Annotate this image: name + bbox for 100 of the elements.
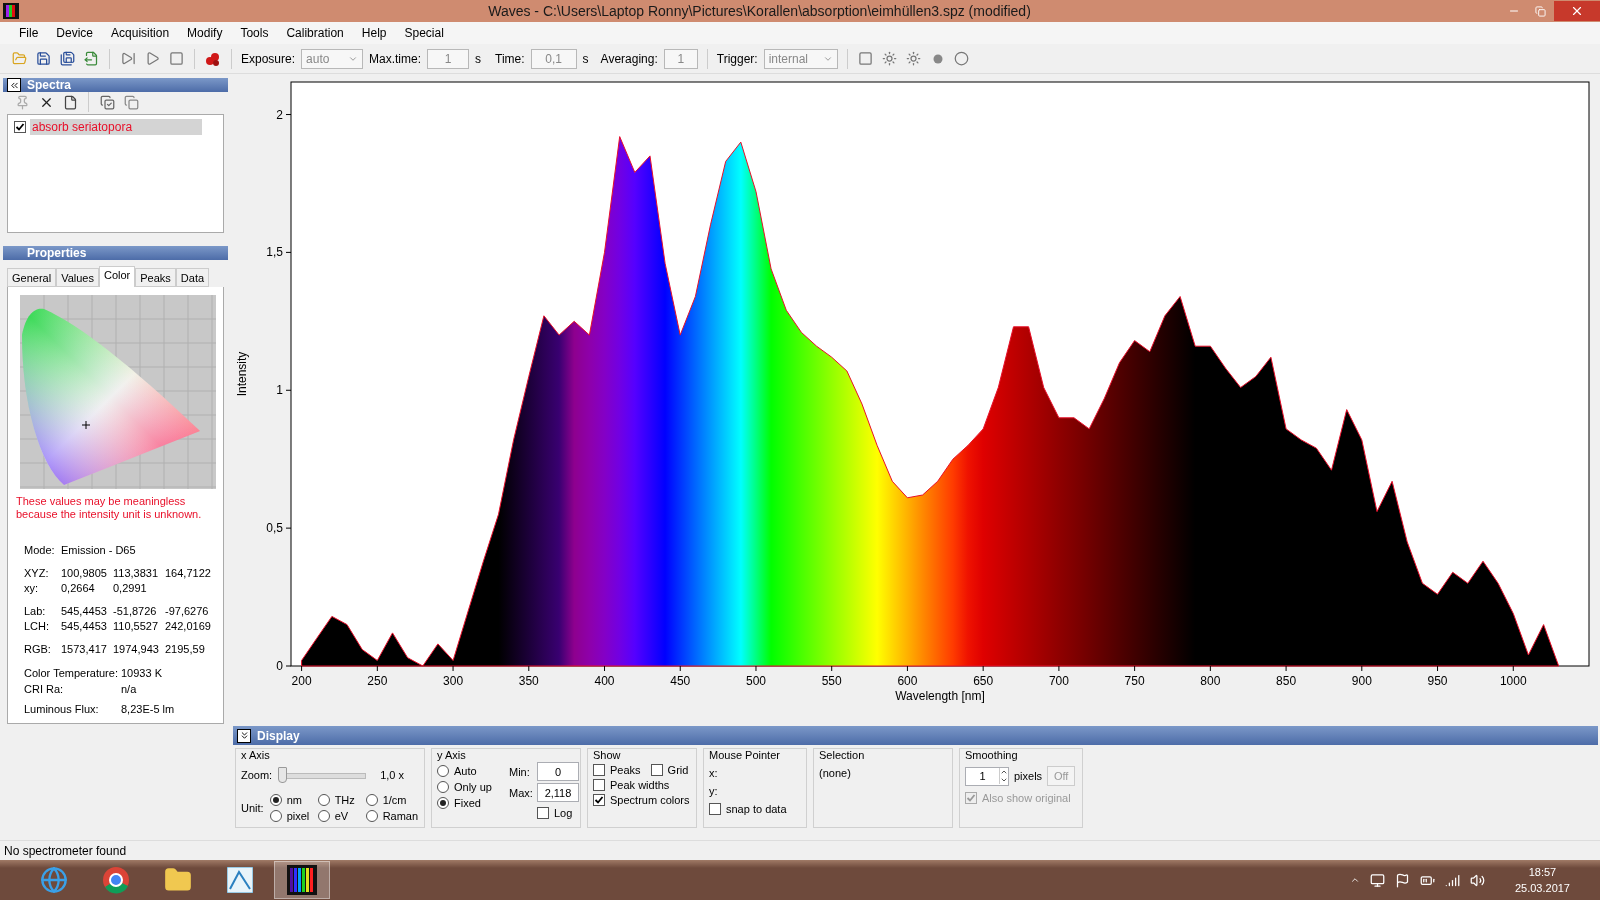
- radio-button[interactable]: [365, 794, 378, 806]
- checkbox[interactable]: [593, 764, 605, 776]
- smoothing-spinner[interactable]: 1: [965, 766, 1009, 786]
- volume-icon[interactable]: [1469, 872, 1485, 888]
- property-label: Lab:: [24, 604, 47, 619]
- property-value: 10933 K: [121, 666, 163, 681]
- flag-icon[interactable]: [1394, 872, 1410, 888]
- menu-item[interactable]: Calibration: [277, 26, 353, 40]
- radio-button[interactable]: [269, 794, 282, 806]
- collapse-icon[interactable]: [7, 78, 21, 92]
- trigger-label: Trigger:: [716, 51, 758, 66]
- menu-item[interactable]: Special: [395, 26, 453, 40]
- y-tick-label: 1,5: [266, 245, 283, 260]
- taskbar-app[interactable]: [274, 861, 330, 899]
- property-label: XYZ:: [24, 566, 50, 581]
- x-tick-label: 600: [897, 674, 918, 688]
- radio-button[interactable]: [269, 810, 282, 822]
- radio-button[interactable]: [437, 765, 449, 777]
- property-value: 0,2991: [113, 581, 148, 596]
- sun-icon[interactable]: [904, 49, 923, 68]
- tab[interactable]: General: [7, 267, 57, 287]
- property-value: 1974,943: [113, 642, 160, 657]
- radio-label: Fixed: [454, 797, 481, 809]
- signal-icon[interactable]: [1444, 872, 1460, 888]
- max-field[interactable]: 2,118: [537, 783, 579, 802]
- panel-title: Spectra: [27, 78, 72, 92]
- unit-label: Unit:: [241, 802, 264, 814]
- radio-label: THz: [334, 794, 355, 806]
- checkbox[interactable]: [537, 807, 549, 819]
- radio-button[interactable]: [317, 794, 330, 806]
- menu-item[interactable]: Device: [47, 26, 103, 40]
- group-title: Show: [593, 749, 622, 762]
- property-value: 1573,417: [61, 642, 108, 657]
- tab[interactable]: Peaks: [135, 267, 176, 287]
- uncheck-all-icon[interactable]: [122, 93, 140, 111]
- checkbox[interactable]: [593, 794, 605, 806]
- sun-icon[interactable]: [880, 49, 899, 68]
- browser-icon[interactable]: [102, 866, 130, 894]
- selection-value: (none): [819, 767, 852, 779]
- collapse-icon[interactable]: [237, 728, 251, 743]
- menu-item[interactable]: Help: [352, 26, 396, 40]
- max-label: Max:: [509, 786, 534, 799]
- x-tick-label: 550: [821, 674, 842, 688]
- tab[interactable]: Values: [56, 267, 99, 287]
- circle-icon[interactable]: [952, 49, 971, 68]
- property-label: xy:: [24, 581, 40, 596]
- app-icon: [3, 3, 19, 19]
- save-icon[interactable]: [34, 49, 52, 68]
- checkbox-label: Peak widths: [610, 779, 670, 791]
- y-tick-label: 1: [276, 383, 283, 398]
- min-field[interactable]: 0: [537, 762, 579, 781]
- checkbox[interactable]: [650, 764, 663, 776]
- slider-thumb[interactable]: [278, 767, 288, 783]
- panel-title: Display: [257, 728, 300, 743]
- menu-item[interactable]: Acquisition: [102, 26, 179, 40]
- tray-monitor-icon[interactable]: [1369, 872, 1385, 888]
- menu-item[interactable]: File: [10, 26, 48, 40]
- property-value: 545,4453: [61, 619, 108, 634]
- checkbox[interactable]: [709, 803, 721, 815]
- spectrum-app-icon[interactable]: [287, 865, 317, 895]
- x-tick-label: 650: [973, 674, 994, 688]
- group-title: Smoothing: [965, 749, 1019, 762]
- status-text: No spectrometer found: [4, 843, 127, 858]
- zoom-slider[interactable]: [278, 766, 367, 784]
- radio-button[interactable]: [365, 810, 378, 822]
- clock-time: 18:57: [1528, 865, 1557, 880]
- property-value: 164,7122: [165, 566, 212, 581]
- check-all-icon[interactable]: [98, 93, 116, 111]
- tab[interactable]: Color: [98, 265, 136, 287]
- x-tick-label: 900: [1351, 674, 1372, 688]
- radio-button[interactable]: [437, 781, 449, 793]
- checkbox[interactable]: [593, 779, 605, 791]
- export-icon[interactable]: [82, 49, 100, 68]
- x-tick-label: 300: [443, 674, 464, 688]
- x-tick-label: 500: [745, 674, 766, 688]
- folder-icon[interactable]: [164, 866, 192, 894]
- warning-text: These values may be meaningless because the intensity unit is unknown.: [16, 494, 203, 521]
- chart-app-icon[interactable]: [227, 867, 253, 893]
- checkbox-label: snap to data: [726, 803, 787, 815]
- stop-icon[interactable]: [167, 49, 185, 68]
- globe-icon[interactable]: [40, 866, 68, 894]
- checkbox-label: Peaks: [610, 764, 641, 776]
- x-tick-label: 200: [291, 674, 312, 688]
- save-all-icon[interactable]: [58, 49, 76, 68]
- property-label: CRI Ra:: [24, 682, 65, 697]
- checkbox[interactable]: [14, 121, 26, 133]
- property-value: -51,8726: [113, 604, 158, 619]
- tab[interactable]: Data: [175, 267, 210, 287]
- radio-button[interactable]: [437, 797, 449, 809]
- radio-label: Auto: [454, 765, 477, 777]
- group-title: x Axis: [241, 749, 271, 762]
- x-tick-label: 400: [594, 674, 615, 688]
- radio-button[interactable]: [317, 810, 330, 822]
- x-tick-label: 800: [1200, 674, 1221, 688]
- device-icon[interactable]: [856, 49, 875, 68]
- property-label: LCH:: [24, 619, 51, 634]
- menu-item[interactable]: Tools: [231, 26, 278, 40]
- menu-item[interactable]: Modify: [178, 26, 232, 40]
- property-value: 110,5527: [113, 619, 160, 634]
- zoom-label: Zoom:: [241, 769, 273, 781]
